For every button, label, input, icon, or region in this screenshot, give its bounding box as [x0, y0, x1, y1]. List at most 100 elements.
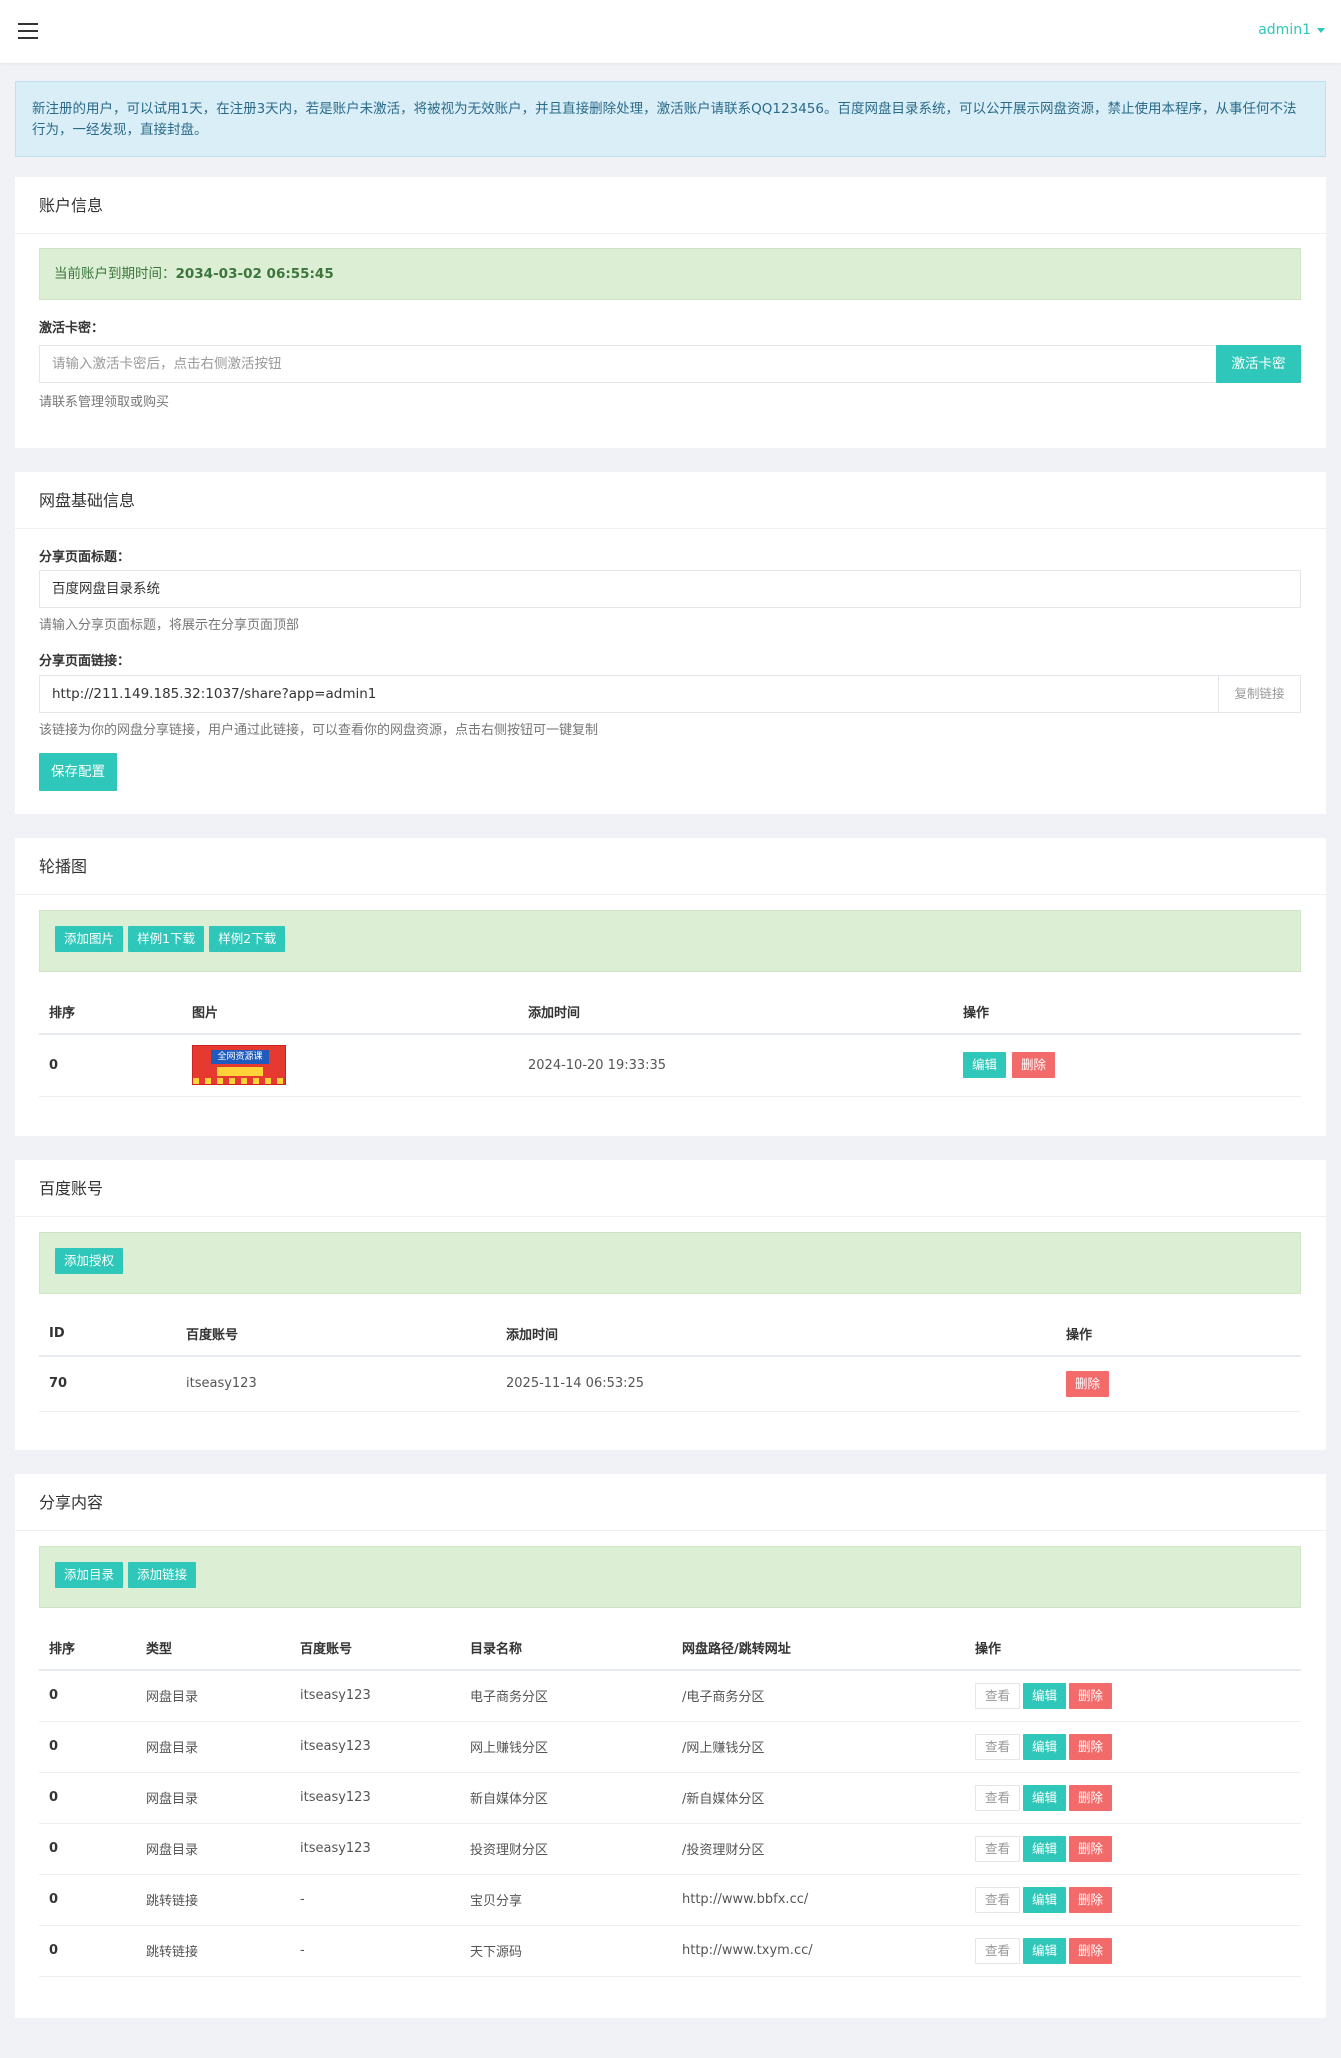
card-title: 网盘基础信息 [15, 472, 1326, 529]
card-key-input[interactable]: 请输入激活卡密后，点击右侧激活按钮 [39, 345, 1223, 383]
username: admin1 [1258, 22, 1311, 38]
baidu-table: ID 百度账号 添加时间 操作 70 itseasy123 2025-11-14… [39, 1311, 1301, 1412]
add-auth-button[interactable]: 添加授权 [55, 1248, 124, 1274]
view-button[interactable]: 查看 [975, 1937, 1021, 1964]
share-toolbar: 添加目录 添加链接 [39, 1546, 1301, 1608]
row-path: /网上赚钱分区 [672, 1721, 965, 1773]
view-button[interactable]: 查看 [975, 1835, 1021, 1862]
delete-button[interactable]: 删除 [1069, 1733, 1113, 1760]
card-title: 轮播图 [15, 838, 1326, 895]
account-card: 账户信息 当前账户到期时间：2034-03-02 06:55:45 激活卡密： … [15, 177, 1326, 448]
edit-button[interactable]: 编辑 [963, 1052, 1007, 1079]
col-actions: 操作 [953, 989, 1301, 1035]
delete-button[interactable]: 删除 [1069, 1835, 1113, 1862]
row-time: 2025-11-14 06:53:25 [496, 1356, 1056, 1412]
table-row: 0 全网资源课 2024-10-20 19:33:35 编辑 删除 [39, 1034, 1301, 1097]
row-name: 网上赚钱分区 [460, 1721, 672, 1773]
delete-button[interactable]: 删除 [1069, 1784, 1113, 1811]
row-name: 投资理财分区 [460, 1823, 672, 1875]
row-actions: 查看 编辑 删除 [965, 1925, 1301, 1977]
baidu-toolbar: 添加授权 [39, 1232, 1301, 1294]
caret-down-icon [1317, 27, 1325, 33]
row-id: 70 [39, 1356, 176, 1412]
row-name: 新自媒体分区 [460, 1772, 672, 1824]
add-image-button[interactable]: 添加图片 [55, 926, 124, 952]
row-actions: 编辑 删除 [953, 1034, 1301, 1097]
row-type: 网盘目录 [136, 1670, 290, 1722]
row-account: itseasy123 [290, 1823, 460, 1875]
share-content-card: 分享内容 添加目录 添加链接 排序 类型 百度账号 目录名称 网盘路径/跳转网址… [15, 1474, 1326, 2018]
carousel-image-cell: 全网资源课 [182, 1034, 518, 1097]
edit-button[interactable]: 编辑 [1023, 1937, 1067, 1964]
basic-info-card: 网盘基础信息 分享页面标题： 百度网盘目录系统 请输入分享页面标题，将展示在分享… [15, 472, 1326, 814]
row-account: - [290, 1925, 460, 1977]
expiry-label: 当前账户到期时间： [54, 266, 176, 282]
row-order: 0 [39, 1721, 136, 1773]
row-name: 宝贝分享 [460, 1874, 672, 1926]
expiry-value: 2034-03-02 06:55:45 [175, 266, 334, 282]
card-title: 分享内容 [15, 1474, 1326, 1531]
share-title-input[interactable]: 百度网盘目录系统 [39, 570, 1301, 608]
row-order: 0 [39, 1670, 136, 1722]
edit-button[interactable]: 编辑 [1023, 1886, 1067, 1913]
col-time: 添加时间 [518, 989, 953, 1035]
row-account: itseasy123 [290, 1721, 460, 1773]
expiry-alert: 当前账户到期时间：2034-03-02 06:55:45 [39, 248, 1301, 300]
add-directory-button[interactable]: 添加目录 [55, 1562, 124, 1588]
add-link-button[interactable]: 添加链接 [128, 1562, 197, 1588]
row-time: 2024-10-20 19:33:35 [518, 1034, 953, 1097]
col-order: 排序 [39, 1625, 136, 1671]
user-menu[interactable]: admin1 [1258, 22, 1325, 38]
row-path: http://www.bbfx.cc/ [672, 1874, 965, 1926]
row-order: 0 [39, 1772, 136, 1824]
top-bar: admin1 [0, 0, 1341, 63]
edit-button[interactable]: 编辑 [1023, 1784, 1067, 1811]
share-link-input[interactable]: http://211.149.185.32:1037/share?app=adm… [39, 675, 1219, 713]
baidu-account-card: 百度账号 添加授权 ID 百度账号 添加时间 操作 70 itseasy123 … [15, 1160, 1326, 1450]
row-name: 电子商务分区 [460, 1670, 672, 1722]
row-path: http://www.txym.cc/ [672, 1925, 965, 1977]
view-button[interactable]: 查看 [975, 1886, 1021, 1913]
row-path: /新自媒体分区 [672, 1772, 965, 1824]
sample2-download-button[interactable]: 样例2下载 [209, 926, 286, 952]
view-button[interactable]: 查看 [975, 1733, 1021, 1760]
row-order: 0 [39, 1874, 136, 1926]
edit-button[interactable]: 编辑 [1023, 1733, 1067, 1760]
row-actions: 删除 [1056, 1356, 1301, 1412]
save-config-button[interactable]: 保存配置 [39, 753, 117, 791]
col-id: ID [39, 1311, 176, 1357]
col-account: 百度账号 [290, 1625, 460, 1671]
table-row: 70 itseasy123 2025-11-14 06:53:25 删除 [39, 1356, 1301, 1412]
edit-button[interactable]: 编辑 [1023, 1835, 1067, 1862]
row-account: itseasy123 [176, 1356, 496, 1412]
row-path: /投资理财分区 [672, 1823, 965, 1875]
table-row: 0 网盘目录 itseasy123 电子商务分区/电子商务分区 查看 编辑 删除 [39, 1670, 1301, 1722]
delete-button[interactable]: 删除 [1069, 1937, 1113, 1964]
row-name: 天下源码 [460, 1925, 672, 1977]
carousel-thumbnail[interactable]: 全网资源课 [192, 1045, 286, 1086]
share-title-label: 分享页面标题： [39, 550, 131, 565]
delete-button[interactable]: 删除 [1069, 1886, 1113, 1913]
activate-button[interactable]: 激活卡密 [1216, 345, 1301, 383]
view-button[interactable]: 查看 [975, 1784, 1021, 1811]
delete-button[interactable]: 删除 [1066, 1370, 1110, 1397]
menu-icon[interactable] [18, 23, 38, 39]
col-name: 目录名称 [460, 1625, 672, 1671]
row-order: 0 [39, 1925, 136, 1977]
col-actions: 操作 [1056, 1311, 1301, 1357]
copy-link-button[interactable]: 复制链接 [1218, 675, 1301, 713]
table-row: 0 网盘目录 itseasy123 新自媒体分区/新自媒体分区 查看 编辑 删除 [39, 1772, 1301, 1824]
sample1-download-button[interactable]: 样例1下载 [128, 926, 205, 952]
row-type: 网盘目录 [136, 1721, 290, 1773]
row-actions: 查看 编辑 删除 [965, 1874, 1301, 1926]
view-button[interactable]: 查看 [975, 1682, 1021, 1709]
table-row: 0 跳转链接 - 宝贝分享 http://www.bbfx.cc/查看 编辑 删除 [39, 1874, 1301, 1926]
col-order: 排序 [39, 989, 182, 1035]
edit-button[interactable]: 编辑 [1023, 1682, 1067, 1709]
carousel-card: 轮播图 添加图片 样例1下载 样例2下载 排序 图片 添加时间 操作 0 全网资… [15, 838, 1326, 1136]
delete-button[interactable]: 删除 [1069, 1682, 1113, 1709]
row-actions: 查看 编辑 删除 [965, 1721, 1301, 1773]
delete-button[interactable]: 删除 [1012, 1052, 1056, 1079]
col-time: 添加时间 [496, 1311, 1056, 1357]
card-key-help: 请联系管理领取或购买 [39, 395, 170, 410]
